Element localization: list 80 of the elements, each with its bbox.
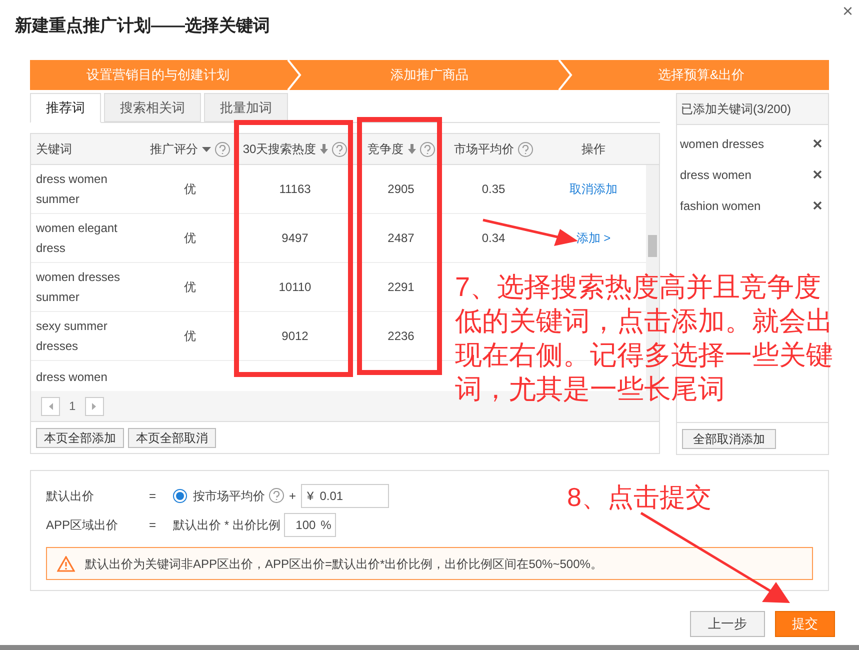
page-number: 1 — [68, 398, 77, 415]
dropdown-caret-icon[interactable] — [202, 146, 211, 152]
radio-button[interactable] — [173, 488, 187, 502]
tab[interactable]: 推荐词 — [30, 93, 101, 123]
bulk-button[interactable]: 本页全部取消 — [128, 428, 216, 448]
keyword-cell-text: women elegant dress — [36, 220, 118, 257]
annotation-overlay: 7、选择搜索热度高并且竞争度低的关键词，点击添加。就会出现在右侧。记得多选择一些关键词，尤其是一些长尾词 — [455, 271, 834, 406]
caret-left-icon — [48, 402, 52, 410]
field-label: APP区域出价 — [46, 516, 120, 534]
column-header: 30天搜索热度 — [242, 141, 316, 158]
plus-sign: + — [289, 488, 296, 504]
step-item: 设置营销目的与创建计划 — [85, 66, 230, 84]
sort-down-icon[interactable] — [320, 144, 328, 154]
warning-text: 默认出价为关键词非APP区出价，APP区出价=默认出价*出价比例，出价比例区间在50%~500%。 — [85, 556, 602, 572]
keyword-cell-text: sexy summer dresses — [36, 318, 108, 355]
radio-label: 按市场平均价 — [193, 488, 265, 504]
column-header: 竞争度 — [368, 141, 404, 158]
action-link[interactable]: 取消添加 — [570, 182, 618, 196]
bid-value: 0.01 — [320, 488, 344, 504]
keyword-cell-text: dress women — [36, 369, 108, 386]
equals-sign: = — [149, 488, 158, 504]
step-item: 添加推广商品 — [390, 66, 470, 84]
price-cell: 0.35 — [482, 182, 506, 196]
keyword-cell-text: women dresses summer — [36, 269, 122, 306]
remove-icon[interactable] — [813, 170, 822, 179]
equals-sign: = — [149, 516, 158, 534]
field-label: 默认出价 — [46, 488, 95, 504]
help-icon[interactable] — [269, 488, 284, 503]
added-keyword: women dresses — [680, 136, 764, 152]
scrollbar-thumb[interactable] — [648, 235, 657, 257]
heat-cell: 11163 — [279, 182, 311, 196]
help-icon[interactable] — [420, 142, 434, 156]
column-header: 推广评分 — [150, 141, 198, 158]
competition-cell: 2487 — [388, 231, 414, 245]
added-keyword: fashion women — [680, 198, 761, 214]
chevron-icon — [286, 60, 302, 90]
tab[interactable]: 搜索相关词 — [104, 93, 201, 122]
column-header: 市场平均价 — [454, 141, 514, 158]
competition-cell: 2291 — [388, 280, 414, 294]
column-header: 关键词 — [36, 141, 72, 158]
next-page-button[interactable] — [84, 396, 104, 416]
competition-cell: 2905 — [388, 182, 414, 196]
score-cell: 优 — [184, 280, 196, 294]
close-button[interactable]: × — [842, 2, 853, 20]
competition-cell: 2236 — [388, 329, 414, 343]
score-cell: 优 — [184, 182, 196, 196]
score-cell: 优 — [184, 329, 196, 343]
keyword-cell-text: dress women summer — [36, 171, 108, 208]
back-button[interactable]: 上一步 — [690, 611, 765, 637]
remove-all-button[interactable]: 全部取消添加 — [682, 428, 776, 448]
panel-title: 已添加关键词(3/200) — [681, 101, 792, 118]
remove-icon[interactable] — [813, 139, 822, 148]
ratio-input[interactable]: 100 % — [284, 512, 336, 536]
currency-sign: ¥ — [307, 488, 314, 504]
sort-down-icon[interactable] — [408, 144, 416, 154]
help-icon[interactable] — [518, 142, 533, 156]
tab[interactable]: 批量加词 — [204, 93, 288, 122]
price-cell: 0.34 — [482, 231, 506, 245]
ratio-value: 100 — [296, 516, 316, 534]
bid-input[interactable]: ¥ 0.01 — [301, 484, 390, 508]
annotation-text: 8、点击提交 — [567, 481, 712, 514]
heat-cell: 9497 — [282, 231, 308, 245]
score-cell: 优 — [184, 231, 196, 245]
column-header: 操作 — [582, 141, 606, 158]
chevron-icon — [557, 60, 574, 90]
caret-right-icon — [92, 402, 96, 410]
formula-text: 默认出价 * 出价比例 — [173, 516, 280, 534]
help-icon[interactable] — [332, 142, 348, 156]
heat-cell: 9012 — [282, 329, 308, 343]
remove-icon[interactable] — [813, 201, 822, 210]
bulk-button[interactable]: 本页全部添加 — [36, 428, 124, 448]
percent-sign: % — [320, 516, 332, 534]
warning-icon — [57, 556, 75, 572]
prev-page-button[interactable] — [41, 396, 60, 416]
dialog-title: 新建重点推广计划——选择关键词 — [15, 15, 270, 38]
heat-cell: 10110 — [278, 280, 312, 294]
step-item: 选择预算&出价 — [656, 66, 746, 84]
added-keyword: dress women — [680, 166, 752, 184]
action-link[interactable]: 添加 > — [576, 231, 611, 245]
help-icon[interactable] — [215, 142, 230, 156]
